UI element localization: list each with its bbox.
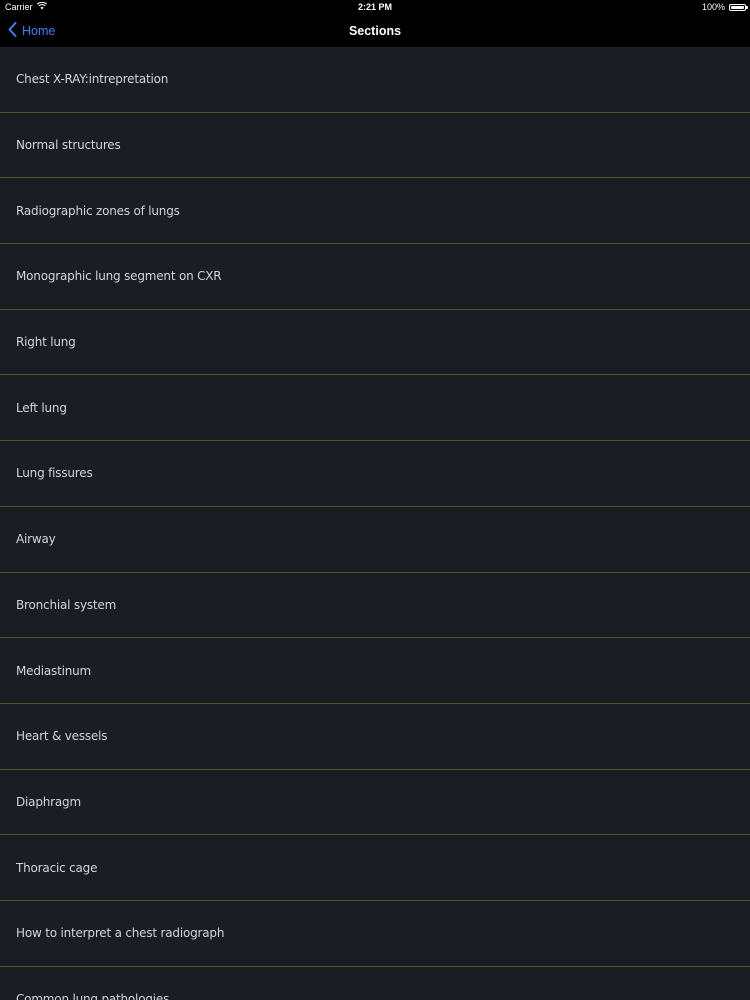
battery-percent: 100% bbox=[701, 2, 725, 12]
list-item-label: Airway bbox=[16, 532, 56, 547]
list-item[interactable]: Bronchial system bbox=[0, 573, 750, 639]
list-item-label: Monographic lung segment on CXR bbox=[16, 269, 222, 284]
list-item-label: Right lung bbox=[16, 335, 76, 350]
status-time: 2:21 PM bbox=[357, 2, 392, 12]
battery-fill bbox=[731, 5, 744, 9]
list-item[interactable]: Right lung bbox=[0, 310, 750, 376]
list-item[interactable]: Normal structures bbox=[0, 113, 750, 179]
list-item-label: How to interpret a chest radiograph bbox=[16, 926, 225, 941]
list-item-label: Diaphragm bbox=[16, 794, 81, 809]
list-item[interactable]: Left lung bbox=[0, 375, 750, 442]
sections-list: Chest X-RAY:intrepretation Normal structu… bbox=[0, 47, 750, 1000]
list-item-label: Bronchial system bbox=[16, 597, 117, 612]
list-item[interactable]: Mediastinum bbox=[0, 638, 750, 704]
list-item[interactable]: Airway bbox=[0, 507, 750, 573]
list-item[interactable]: How to interpret a chest radiograph bbox=[0, 901, 750, 967]
list-item-label: Normal structures bbox=[16, 138, 121, 153]
status-bar: Carrier 2:21 PM 100% bbox=[0, 0, 750, 16]
list-item[interactable]: Heart & vessels bbox=[0, 704, 750, 770]
list-item-label: Chest X-RAY:intrepretation bbox=[16, 72, 169, 87]
page-title: Sections bbox=[348, 24, 402, 38]
list-item[interactable]: Lung fissures bbox=[0, 441, 750, 507]
list-item-label: Heart & vessels bbox=[16, 729, 108, 744]
list-item[interactable]: Chest X-RAY:intrepretation bbox=[0, 47, 750, 113]
battery-icon bbox=[729, 3, 748, 11]
list-item[interactable]: Radiographic zones of lungs bbox=[0, 178, 750, 245]
list-item-label: Thoracic cage bbox=[16, 860, 98, 875]
list-item-label: Common lung pathologies bbox=[16, 991, 170, 1000]
list-item-label: Lung fissures bbox=[16, 466, 93, 481]
list-item[interactable]: Thoracic cage bbox=[0, 835, 750, 901]
list-item[interactable]: Monographic lung segment on CXR bbox=[0, 244, 750, 310]
list-item-label: Radiographic zones of lungs bbox=[16, 203, 180, 218]
screen: Carrier 2:21 PM 100% Home Sections Chest… bbox=[0, 0, 750, 1000]
list-item-label: Left lung bbox=[16, 400, 67, 415]
list-item-label: Mediastinum bbox=[16, 663, 92, 678]
status-right: 100% bbox=[701, 2, 748, 12]
navigation-bar: Home Sections bbox=[0, 16, 750, 47]
list-item[interactable]: Diaphragm bbox=[0, 770, 750, 836]
list-item[interactable]: Common lung pathologies bbox=[0, 967, 750, 1000]
